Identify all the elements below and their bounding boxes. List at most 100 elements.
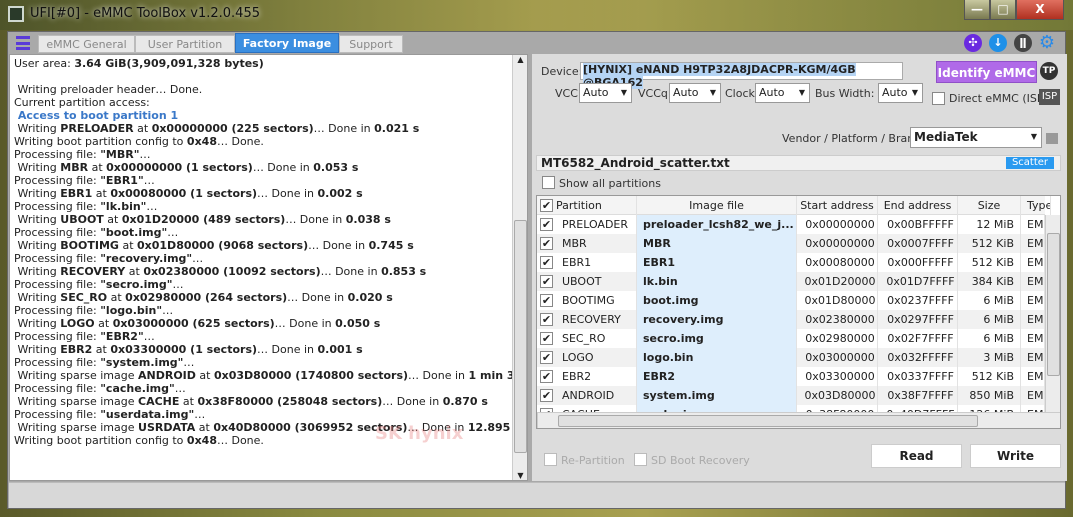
table-row[interactable]: ✔EBR2EBR20x033000000x0337FFFF512 KiBEMMC [537,367,1045,386]
table-row[interactable]: ✔ SEC_RO secro.img 0x02980000 0x02F7FFFF 6 Mi… [537,329,1045,348]
table-row[interactable]: ✔ UBOOT lk.bin 0x01D20000 0x01D7FFFF 384 KiB E… [537,272,1045,291]
device-field[interactable]: [HYNIX] eNAND H9TP32A8JDACPR-KGM/4GB @BG… [580,62,903,89]
col-end-address[interactable]: End address [878,196,958,215]
end-address: 0x00BFFFFF [878,215,958,234]
log-line: Writing EBR1 at 0x00080000 (1 sectors)… … [14,187,527,200]
minimize-button[interactable]: — [964,0,990,20]
repartition-checkbox[interactable] [544,453,557,466]
image-file[interactable]: preloader_lcsh82_we_j... [637,215,797,234]
network-icon[interactable]: ✣ [964,34,982,52]
row-checkbox[interactable]: ✔ [540,237,553,250]
table-hscrollbar[interactable] [537,412,1060,428]
device-label: Device: [541,65,583,78]
log-segment: 0.853 s [381,265,427,278]
end-address: 0x0337FFFF [878,367,958,386]
image-file[interactable]: system.img [637,386,797,405]
image-file[interactable]: EBR2 [637,367,797,386]
show-all-partitions-checkbox[interactable] [542,176,555,189]
gear-icon[interactable]: ⚙ [1038,34,1056,52]
type: EMMC [1021,291,1045,310]
log-segment: Writing boot partition config to [14,434,187,447]
tab-support[interactable]: Support [339,35,403,53]
menu-icon[interactable] [16,36,30,50]
partition-name: RECOVERY [556,310,637,329]
clock-select[interactable]: Auto [755,83,810,103]
row-checkbox[interactable]: ✔ [540,275,553,288]
write-button[interactable]: Write [970,444,1061,468]
log-segment: Writing [14,161,61,174]
log-segment: Writing sparse image [14,395,139,408]
image-file[interactable]: boot.img [637,291,797,310]
row-checkbox[interactable]: ✔ [540,256,553,269]
scroll-thumb[interactable] [514,220,527,453]
bus-width-select[interactable]: Auto [878,83,923,103]
tp-button[interactable]: TP [1040,62,1058,80]
select-all-checkbox[interactable]: ✔ [540,199,553,212]
start-address: 0x03300000 [797,367,878,386]
image-file[interactable]: MBR [637,234,797,253]
table-row[interactable]: ✔ PRELOADER preloader_lcsh82_we_j... 0x0000… [537,215,1045,234]
sd-boot-recovery-checkbox[interactable] [634,453,647,466]
row-checkbox[interactable]: ✔ [540,332,553,345]
image-file[interactable]: secro.img [637,329,797,348]
log-segment: … Done in [313,122,375,135]
table-hscroll-thumb[interactable] [558,415,978,427]
watermark-logo: SK hynix [375,423,464,444]
read-button[interactable]: Read [871,444,962,468]
partition-name: SEC_RO [556,329,637,348]
scroll-up-icon[interactable]: ▲ [513,55,527,64]
table-row[interactable]: ✔MBRMBR0x000000000x0007FFFF512 KiBEMMC [537,234,1045,253]
log-segment: … [139,148,151,161]
table-row[interactable]: ✔ LOGO logo.bin 0x03000000 0x032FFFFF 3 MiB EM… [537,348,1045,367]
identify-emmc-button[interactable]: Identify eMMC [936,61,1037,83]
log-segment: at [125,265,144,278]
table-row[interactable]: ✔ ANDROID system.img 0x03D80000 0x38F7FFFF 85… [537,386,1045,405]
image-file[interactable]: lk.bin [637,272,797,291]
isp-button[interactable]: ISP [1039,89,1060,105]
table-row[interactable]: ✔ BOOTIMG boot.img 0x01D80000 0x0237FFFF 6 Mi… [537,291,1045,310]
col-type[interactable]: Type [1021,196,1051,215]
row-checkbox[interactable]: ✔ [540,389,553,402]
vendor-select[interactable]: MediaTek [910,127,1042,148]
row-checkbox[interactable]: ✔ [540,218,553,231]
vcc-select[interactable]: Auto [579,83,632,103]
row-checkbox[interactable]: ✔ [540,294,553,307]
vccq-select[interactable]: Auto [669,83,721,103]
log-segment: 0x01D80000 (9068 sectors) [137,239,309,252]
image-file[interactable]: EBR1 [637,253,797,272]
row-checkbox[interactable]: ✔ [540,351,553,364]
log-segment: Processing file: [14,330,101,343]
tab-factory-image[interactable]: Factory Image [235,33,339,53]
table-vscroll-thumb[interactable] [1047,233,1060,376]
direct-emmc-checkbox[interactable] [932,92,945,105]
end-address: 0x000FFFFF [878,253,958,272]
size: 512 KiB [958,253,1021,272]
col-partition[interactable]: Partition [556,196,637,215]
close-button[interactable]: X [1016,0,1064,20]
image-file[interactable]: recovery.img [637,310,797,329]
row-checkbox[interactable]: ✔ [540,313,553,326]
log-segment: MBR [60,161,89,174]
table-row[interactable]: ✔EBR1EBR10x000800000x000FFFFF512 KiBEMMC [537,253,1045,272]
row-checkbox[interactable]: ✔ [540,370,553,383]
tab-user-partition[interactable]: User Partition [135,35,235,53]
col-size[interactable]: Size [958,196,1021,215]
table-row[interactable]: ✔ RECOVERY recovery.img 0x02380000 0x0297FFF… [537,310,1045,329]
log-scrollbar[interactable]: ▲ ▼ [512,55,527,480]
log-segment: at [195,421,214,434]
image-file[interactable]: logo.bin [637,348,797,367]
col-image-file[interactable]: Image file [637,196,797,215]
maximize-button[interactable]: □ [990,0,1016,20]
log-segment: at [179,395,198,408]
scroll-down-icon[interactable]: ▼ [513,471,527,480]
log-segment: Writing [14,187,61,200]
tab-emmc-general[interactable]: eMMC General [38,35,135,53]
scatter-file-name: MT6582_Android_scatter.txt [541,156,730,170]
usb-icon[interactable]: ǁ [1014,34,1032,52]
download-icon[interactable]: ↓ [989,34,1007,52]
table-vscrollbar[interactable] [1045,215,1060,412]
type: EMMC [1021,367,1045,386]
folder-icon[interactable] [1046,133,1058,144]
col-start-address[interactable]: Start address [797,196,878,215]
